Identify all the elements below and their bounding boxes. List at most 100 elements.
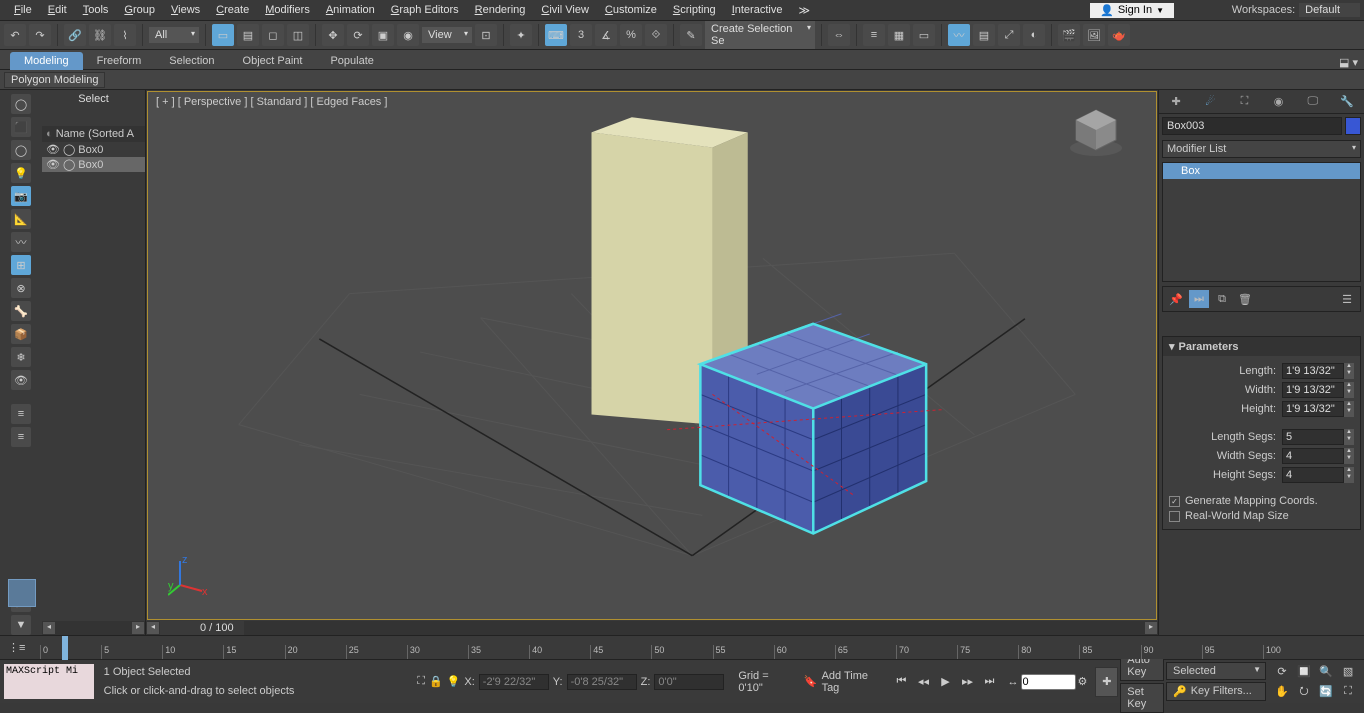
keyboard-shortcut-toggle[interactable]: ⌨	[545, 24, 567, 46]
tab-freeform[interactable]: Freeform	[83, 52, 156, 70]
spinner-arrows-icon[interactable]: ▲▼	[1344, 401, 1354, 417]
fov-button[interactable]: ▧	[1338, 663, 1358, 681]
display-hidden-icon[interactable]: 👁	[11, 370, 31, 390]
height-spinner[interactable]: ▲▼	[1282, 401, 1354, 417]
scroll-right-button[interactable]: ▸	[1144, 621, 1158, 635]
ribbon-collapse-icon[interactable]: ⬓ ▾	[1339, 56, 1358, 69]
pin-stack-button[interactable]: 📌	[1166, 290, 1186, 308]
menu-animation[interactable]: Animation	[318, 2, 383, 18]
display-all-icon[interactable]: ◯	[11, 94, 31, 114]
object-name-input[interactable]	[1162, 117, 1342, 135]
pan-button[interactable]: ✋	[1272, 683, 1292, 701]
wsegs-spinner[interactable]: ▲▼	[1282, 448, 1354, 464]
curve-editor-button[interactable]: 〰	[948, 24, 970, 46]
display-spacewarps-icon[interactable]: 〰	[11, 232, 31, 252]
key-mode-icon[interactable]: ↔	[1008, 676, 1019, 688]
bind-spacedwarp-button[interactable]: ⌇	[114, 24, 136, 46]
edit-named-selection-button[interactable]: ✎	[680, 24, 702, 46]
menu-interactive[interactable]: Interactive	[724, 2, 791, 18]
spinner-arrows-icon[interactable]: ▲▼	[1344, 363, 1354, 379]
hsegs-spinner[interactable]: ▲▼	[1282, 467, 1354, 483]
manipulate-button[interactable]: ✦	[510, 24, 532, 46]
pivot-center-button[interactable]: ⊡	[475, 24, 497, 46]
menu-file[interactable]: File	[6, 2, 40, 18]
object-color-swatch[interactable]	[1345, 117, 1361, 135]
real-world-checkbox[interactable]: Real-World Map Size	[1169, 510, 1354, 522]
stack-item-box[interactable]: Box	[1163, 163, 1360, 179]
orbit-button[interactable]: ⭮	[1294, 683, 1314, 701]
window-crossing-button[interactable]: ◫	[287, 24, 309, 46]
z-coord-input[interactable]	[654, 674, 724, 690]
max-viewport-button[interactable]: ⛶	[1338, 683, 1358, 701]
prev-frame-button[interactable]: ◂◂	[914, 673, 934, 691]
display-xrefs-icon[interactable]: ⊗	[11, 278, 31, 298]
make-unique-button[interactable]: ⧉	[1212, 290, 1232, 308]
walk-button[interactable]: 🔄	[1316, 683, 1336, 701]
scroll-track[interactable]	[244, 621, 1144, 635]
y-coord-input[interactable]	[567, 674, 637, 690]
workspaces-dropdown[interactable]: Default	[1299, 3, 1360, 17]
scale-button[interactable]: ▣	[372, 24, 394, 46]
tab-hierarchy[interactable]: ⛶	[1227, 90, 1261, 113]
display-geometry-icon[interactable]: ⬛	[11, 117, 31, 137]
menu-rendering[interactable]: Rendering	[467, 2, 534, 18]
set-key-big-button[interactable]: ✚	[1095, 667, 1118, 697]
menu-edit[interactable]: Edit	[40, 2, 75, 18]
scroll-left-button[interactable]: ◂	[42, 621, 56, 635]
tab-motion[interactable]: ◉	[1262, 90, 1296, 113]
menu-tools[interactable]: Tools	[75, 2, 117, 18]
display-frozen-icon[interactable]: ❄	[11, 347, 31, 367]
undo-button[interactable]: ↶	[4, 24, 26, 46]
show-end-result-button[interactable]: ⏭	[1189, 290, 1209, 308]
render-button[interactable]: 🫖	[1108, 24, 1130, 46]
time-config-icon[interactable]: ⚙	[1078, 675, 1088, 688]
tab-selection[interactable]: Selection	[155, 52, 228, 70]
zoom-button[interactable]: 🔍	[1316, 663, 1336, 681]
angle-snap-toggle[interactable]: ∡	[595, 24, 617, 46]
freeze-icon[interactable]: ◯	[63, 143, 75, 156]
selection-filter-dropdown[interactable]: All	[149, 27, 199, 43]
lsegs-spinner[interactable]: ▲▼	[1282, 429, 1354, 445]
menu-create[interactable]: Create	[208, 2, 257, 18]
filter-menu-icon-2[interactable]: ≡	[11, 427, 31, 447]
dope-sheet-button[interactable]: ▤	[973, 24, 995, 46]
scene-item[interactable]: 👁 ◯ Box0	[42, 157, 145, 172]
selection-lock-icon[interactable]: ⛶	[417, 675, 425, 688]
eye-icon[interactable]: 👁	[46, 158, 60, 171]
timeline-config-icon[interactable]: ⋮≡	[0, 641, 33, 654]
render-frame-button[interactable]: 🖼	[1083, 24, 1105, 46]
material-editor-button[interactable]: ◐	[1023, 24, 1045, 46]
select-by-name-button[interactable]: ▤	[237, 24, 259, 46]
redo-button[interactable]: ↷	[29, 24, 51, 46]
menu-group[interactable]: Group	[116, 2, 163, 18]
render-setup-button[interactable]: 🎬	[1058, 24, 1080, 46]
lock-icon[interactable]: 🔒	[429, 675, 443, 688]
scene-explorer-header[interactable]: ◐ Name (Sorted A	[42, 126, 145, 142]
schematic-view-button[interactable]: ⤢	[998, 24, 1020, 46]
menu-civil-view[interactable]: Civil View	[533, 2, 596, 18]
rotate-button[interactable]: ⟳	[347, 24, 369, 46]
tab-display[interactable]: 🖵	[1296, 90, 1330, 113]
tab-create[interactable]: ✚	[1159, 90, 1193, 113]
rollout-header[interactable]: ▾Parameters	[1163, 337, 1360, 356]
x-coord-input[interactable]	[479, 674, 549, 690]
placement-button[interactable]: ◉	[397, 24, 419, 46]
tab-object-paint[interactable]: Object Paint	[229, 52, 317, 70]
length-spinner[interactable]: ▲▼	[1282, 363, 1354, 379]
select-object-button[interactable]: ▭	[212, 24, 234, 46]
display-shapes-icon[interactable]: ◯	[11, 140, 31, 160]
eye-icon[interactable]: 👁	[46, 143, 60, 156]
polygon-modeling-panel[interactable]: Polygon Modeling	[4, 72, 105, 88]
spinner-arrows-icon[interactable]: ▲▼	[1344, 382, 1354, 398]
zoom-extents-button[interactable]: 🔲	[1294, 663, 1314, 681]
menu-overflow-icon[interactable]: ≫	[798, 4, 810, 17]
display-helpers-icon[interactable]: 📐	[11, 209, 31, 229]
timeline[interactable]: ⋮≡ 05 1015 2025 3035 4045 5055 6065 7075…	[0, 635, 1364, 659]
remove-modifier-button[interactable]: 🗑	[1235, 290, 1255, 308]
mirror-button[interactable]: ⇔	[828, 24, 850, 46]
goto-end-button[interactable]: ⏭	[980, 673, 1000, 691]
menu-modifiers[interactable]: Modifiers	[257, 2, 318, 18]
configure-sets-button[interactable]: ☰	[1337, 290, 1357, 308]
menu-scripting[interactable]: Scripting	[665, 2, 724, 18]
spinner-snap-toggle[interactable]: ⟐	[645, 24, 667, 46]
